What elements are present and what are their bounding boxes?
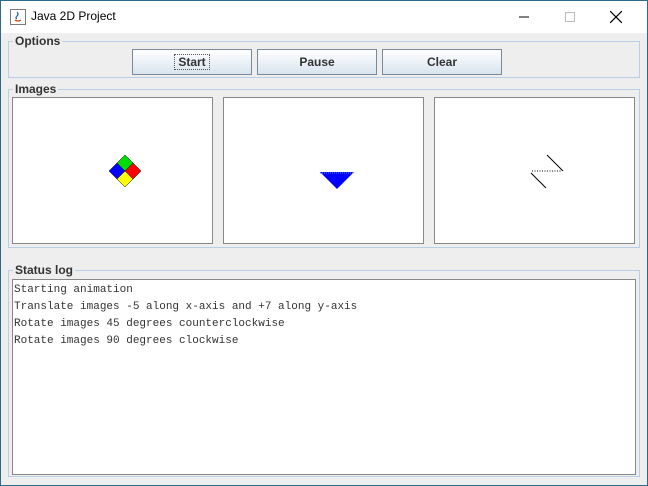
- rotated-lines-image: [530, 154, 564, 189]
- app-window: Java 2D Project Options Start Pause Clea…: [0, 0, 648, 486]
- image-panel-1: [12, 97, 213, 244]
- close-icon: [610, 11, 622, 23]
- log-line: Translate images -5 along x-axis and +7 …: [14, 301, 358, 313]
- log-line: Starting animation: [14, 284, 133, 296]
- status-log-legend: Status log: [15, 263, 74, 277]
- close-button[interactable]: [593, 1, 639, 33]
- images-legend: Images: [15, 82, 57, 96]
- log-line: Rotate images 90 degrees clockwise: [14, 335, 239, 347]
- image-panel-2: [223, 97, 424, 244]
- maximize-button[interactable]: [547, 1, 593, 33]
- minimize-button[interactable]: [501, 1, 547, 33]
- log-line: Rotate images 45 degrees counterclockwis…: [14, 318, 285, 330]
- blue-triangle-image: [320, 172, 354, 189]
- title-bar[interactable]: Java 2D Project: [1, 1, 647, 33]
- image-panel-3: [434, 97, 635, 244]
- window-title: Java 2D Project: [31, 9, 116, 23]
- java-app-icon: [10, 9, 26, 25]
- minimize-icon: [519, 16, 529, 18]
- start-button-label: Start: [174, 54, 210, 70]
- colored-diamond-image: [108, 154, 142, 188]
- clear-button[interactable]: Clear: [382, 49, 502, 75]
- start-button[interactable]: Start: [132, 49, 252, 75]
- options-legend: Options: [15, 34, 61, 48]
- maximize-icon: [565, 12, 575, 22]
- pause-button[interactable]: Pause: [257, 49, 377, 75]
- content-pane: Options Start Pause Clear Images Status …: [1, 33, 647, 485]
- status-log-textarea[interactable]: Starting animation Translate images -5 a…: [12, 279, 636, 475]
